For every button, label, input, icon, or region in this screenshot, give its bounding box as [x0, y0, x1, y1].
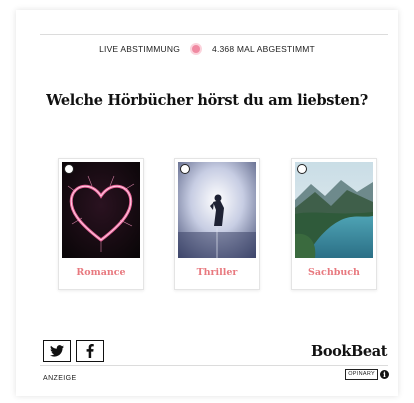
foggy-figure-image [178, 162, 256, 258]
live-label: LIVE ABSTIMMUNG [99, 44, 181, 54]
facebook-share-button[interactable] [76, 340, 104, 362]
poll-widget: LIVE ABSTIMMUNG 4.368 MAL ABGESTIMMT Wel… [16, 10, 398, 396]
facebook-icon [86, 344, 94, 358]
bottom-divider [40, 365, 388, 366]
poll-option-thriller[interactable]: Thriller [174, 158, 260, 290]
option-label: Romance [76, 267, 126, 278]
live-indicator-icon [192, 45, 201, 53]
info-icon[interactable]: i [380, 370, 389, 379]
vote-count: 4.368 MAL ABGESTIMMT [212, 44, 315, 54]
radio-button[interactable] [297, 164, 307, 174]
opinary-badge[interactable]: OPINARY i [345, 369, 389, 380]
option-label: Thriller [196, 267, 238, 278]
radio-button[interactable] [64, 164, 74, 174]
twitter-share-button[interactable] [43, 340, 71, 362]
heart-sparkler-image [62, 162, 140, 258]
mountain-lake-image [295, 162, 373, 258]
ad-label: ANZEIGE [43, 375, 77, 382]
poll-question: Welche Hörbücher hörst du am liebsten? [46, 92, 368, 109]
share-buttons [43, 340, 104, 362]
poll-option-romance[interactable]: Romance [58, 158, 144, 290]
opinary-logo[interactable]: OPINARY [345, 369, 378, 380]
brand-logo[interactable]: BookBeat [311, 343, 387, 360]
poll-option-sachbuch[interactable]: Sachbuch [291, 158, 377, 290]
live-status-bar: LIVE ABSTIMMUNG 4.368 MAL ABGESTIMMT [16, 44, 398, 54]
radio-button[interactable] [180, 164, 190, 174]
twitter-icon [50, 345, 64, 357]
top-divider [40, 34, 388, 35]
option-label: Sachbuch [308, 267, 360, 278]
